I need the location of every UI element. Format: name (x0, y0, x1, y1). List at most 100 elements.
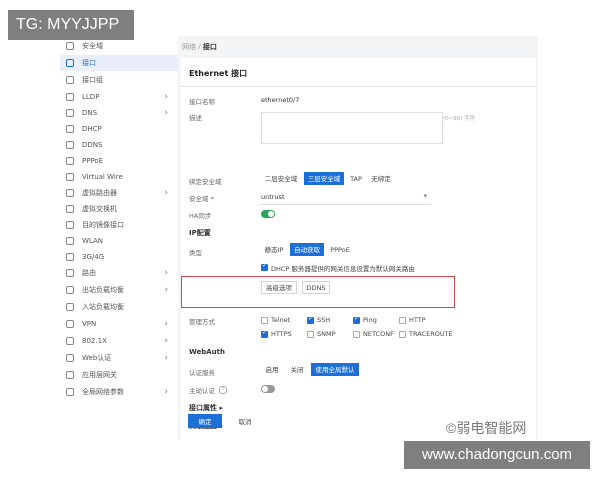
sidebar-item-dhcp[interactable]: DHCP (60, 121, 178, 137)
sidebar-item-outbound-lb[interactable]: 出站负载均衡 › (60, 282, 178, 298)
sidebar: 安全域 接口 接口组 LLDP › DNS › DHCP DDNS PPPoE Vi… (60, 38, 178, 404)
chevron-right-icon: › (164, 387, 168, 397)
breadcrumb-current: 接口 (202, 43, 217, 51)
alg-icon (66, 371, 74, 379)
vpn-icon (66, 320, 74, 328)
mgmt-telnet-checkbox[interactable] (261, 317, 268, 324)
mgmt-netconf-checkbox[interactable] (353, 331, 360, 338)
expand-icon: ▸ (219, 404, 223, 412)
dhcp-icon (66, 125, 74, 133)
outbound-lb-icon (66, 286, 74, 294)
sidebar-item-interface[interactable]: 接口 (60, 55, 178, 71)
dns-icon (66, 109, 74, 117)
interface-props-label: 接口属性 (189, 404, 217, 412)
type-pppoe-button[interactable]: PPPoE (327, 243, 353, 256)
mgmt-netconf-label: NETCONF (363, 330, 394, 338)
sidebar-item-label: 入站负载均衡 (82, 303, 124, 311)
breadcrumb: 网络 / 接口 (182, 42, 217, 52)
sidebar-item-dot1x[interactable]: 802.1X › (60, 333, 178, 349)
sidebar-item-web-auth[interactable]: Web认证 › (60, 350, 178, 366)
mgmt-https-checkbox[interactable] (261, 329, 268, 338)
ha-sync-toggle[interactable] (261, 210, 275, 218)
sidebar-item-label: 应用层网关 (82, 371, 117, 379)
mgmt-traceroute-checkbox[interactable] (399, 331, 406, 338)
sidebar-item-security-zone[interactable]: 安全域 (60, 38, 178, 54)
type-auto-button[interactable]: 自动获取 (290, 243, 324, 256)
sidebar-item-pppoe[interactable]: PPPoE (60, 153, 178, 169)
interface-icon (66, 59, 74, 67)
sidebar-item-label: 接口组 (82, 76, 103, 84)
sidebar-item-dns[interactable]: DNS › (60, 105, 178, 121)
mgmt-snmp-checkbox[interactable] (307, 331, 314, 338)
mgmt-http-checkbox[interactable] (399, 317, 406, 324)
lldp-icon (66, 93, 74, 101)
zone-select[interactable]: untrust ▾ (261, 191, 431, 205)
mgmt-http-label: HTTP (409, 316, 426, 324)
chevron-right-icon: › (164, 108, 168, 118)
name-value: ethernet0/7 (261, 96, 300, 104)
dhcp-gateway-checkbox[interactable] (261, 262, 268, 271)
mgmt-ssh-label: SSH (317, 316, 331, 324)
sidebar-item-label: 802.1X (82, 337, 107, 345)
toggle-knob (268, 211, 274, 217)
global-params-icon (66, 388, 74, 396)
name-label: 接口名称 (189, 98, 215, 106)
sidebar-item-wlan[interactable]: WLAN (60, 233, 178, 249)
description-field[interactable] (261, 112, 443, 144)
watermark-url: www.chadongcun.com (404, 441, 590, 469)
binding-tap-button[interactable]: TAP (347, 172, 365, 185)
binding-layer2-button[interactable]: 二层安全域 (261, 172, 301, 185)
binding-none-button[interactable]: 无绑定 (368, 172, 394, 185)
mgmt-ping-checkbox[interactable] (353, 315, 360, 324)
sidebar-item-global-params[interactable]: 全局网络参数 › (60, 384, 178, 400)
sidebar-item-label: PPPoE (82, 157, 104, 165)
sidebar-item-inbound-lb[interactable]: 入站负载均衡 (60, 299, 178, 315)
binding-layer3-button[interactable]: 三层安全域 (304, 172, 344, 185)
ddns-icon (66, 141, 74, 149)
mgmt-ssh-checkbox[interactable] (307, 315, 314, 324)
overlay-tag: TG: MYYJJPP (8, 10, 134, 40)
auth-disable-button[interactable]: 关闭 (286, 363, 308, 376)
sidebar-item-mirror[interactable]: 目的镜像接口 (60, 217, 178, 233)
form-card: Ethernet 接口 接口名称 ethernet0/7 描述 (0~80) 字… (181, 58, 536, 440)
sidebar-item-ddns[interactable]: DDNS (60, 137, 178, 153)
sidebar-item-label: 目的镜像接口 (82, 221, 124, 229)
ip-section-title: IP配置 (189, 229, 211, 237)
info-icon: ? (219, 386, 227, 394)
dot1x-icon (66, 337, 74, 345)
route-icon (66, 269, 74, 277)
sidebar-item-label: DNS (82, 109, 98, 117)
sidebar-item-virtual-switch[interactable]: 虚拟交换机 (60, 201, 178, 217)
chevron-right-icon: › (164, 268, 168, 278)
sidebar-item-lldp[interactable]: LLDP › (60, 89, 178, 105)
wlan-icon (66, 237, 74, 245)
sidebar-item-vpn[interactable]: VPN › (60, 316, 178, 332)
interface-props-link[interactable]: 接口属性 ▸ (189, 403, 223, 413)
sidebar-item-virtual-router[interactable]: 虚拟路由器 › (60, 185, 178, 201)
chevron-right-icon: › (164, 353, 168, 363)
ok-button[interactable]: 确定 (188, 414, 222, 428)
sidebar-item-label: 路由 (82, 269, 96, 277)
breadcrumb-parent[interactable]: 网络 (182, 43, 196, 51)
active-auth-label: 主动认证 (189, 387, 215, 395)
desc-hint: (0~80) 字符 (443, 116, 476, 122)
sidebar-item-label: WLAN (82, 237, 104, 245)
zone-label: 安全域 * (189, 195, 214, 203)
type-label: 类型 (189, 249, 202, 257)
sidebar-item-cellular[interactable]: 3G/4G (60, 249, 178, 265)
cancel-button[interactable]: 取消 (230, 414, 260, 428)
auth-global-default-button[interactable]: 使用全局默认 (311, 363, 359, 376)
mirror-icon (66, 221, 74, 229)
sidebar-item-label: Web认证 (82, 354, 112, 362)
sidebar-item-interface-group[interactable]: 接口组 (60, 72, 178, 88)
sidebar-item-label: Virtual Wire (82, 173, 123, 181)
sidebar-item-alg[interactable]: 应用层网关 (60, 367, 178, 383)
type-static-button[interactable]: 静态IP (261, 243, 287, 256)
virtual-switch-icon (66, 205, 74, 213)
sidebar-item-route[interactable]: 路由 › (60, 265, 178, 281)
auth-service-label: 认证服务 (189, 369, 215, 377)
sidebar-item-virtual-wire[interactable]: Virtual Wire (60, 169, 178, 185)
mgmt-telnet-label: Telnet (271, 316, 291, 324)
active-auth-toggle[interactable] (261, 385, 275, 393)
auth-enable-button[interactable]: 启用 (261, 363, 283, 376)
